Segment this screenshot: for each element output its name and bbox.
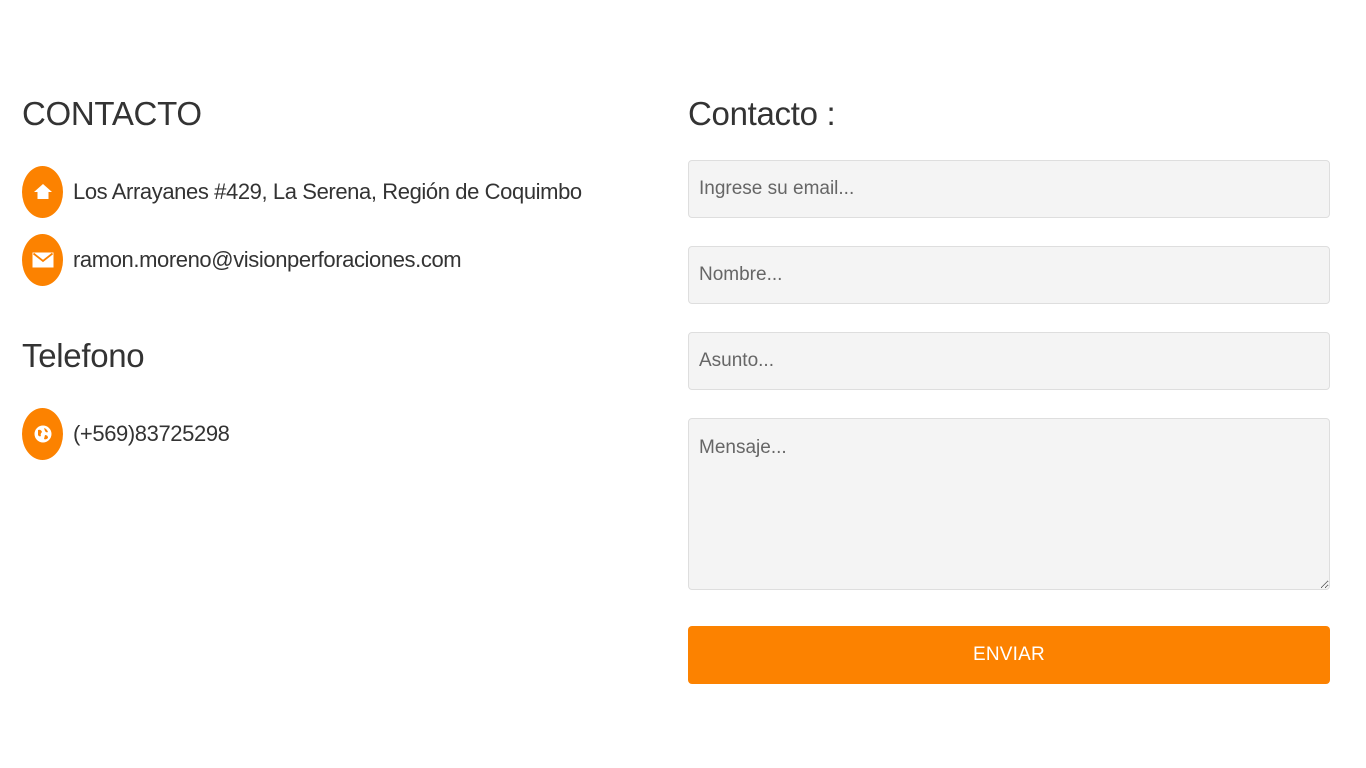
phone-section-title: Telefono [22, 337, 145, 374]
subject-field[interactable] [688, 332, 1330, 390]
address-text: Los Arrayanes #429, La Serena, Región de… [73, 179, 582, 204]
mail-icon [22, 234, 63, 286]
address-row: Los Arrayanes #429, La Serena, Región de… [22, 166, 582, 218]
email-text: ramon.moreno@visionperforaciones.com [73, 247, 462, 272]
contact-info-section: CONTACTO Los Arrayanes #429, La Serena, … [22, 92, 642, 460]
home-icon [22, 166, 63, 218]
phone-text: (+569)83725298 [73, 421, 230, 446]
contact-info-title: CONTACTO [22, 95, 202, 132]
email-row: ramon.moreno@visionperforaciones.com [22, 234, 462, 286]
message-field[interactable] [688, 418, 1330, 590]
email-field[interactable] [688, 160, 1330, 218]
contact-form: Contacto : ENVIAR [688, 92, 1330, 684]
globe-icon [22, 408, 63, 460]
contact-form-title: Contacto : [688, 95, 836, 132]
phone-row: (+569)83725298 [22, 408, 230, 460]
send-button[interactable]: ENVIAR [688, 626, 1330, 684]
contact-page: CONTACTO Los Arrayanes #429, La Serena, … [0, 0, 1366, 768]
name-field[interactable] [688, 246, 1330, 304]
